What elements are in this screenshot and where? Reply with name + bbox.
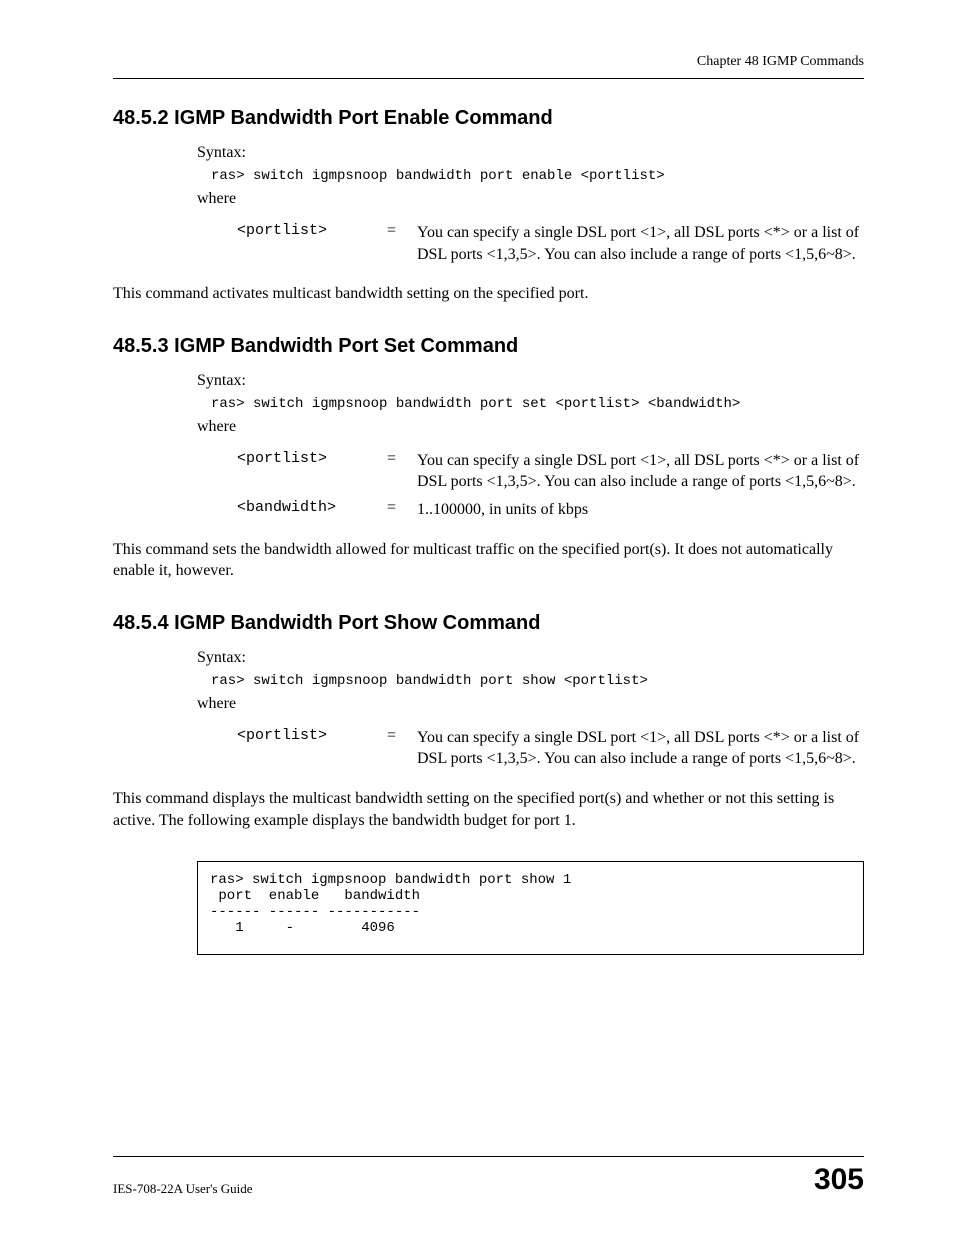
param-eq: = [387, 222, 417, 265]
section-48-5-3: 48.5.3 IGMP Bandwidth Port Set Command S… [113, 335, 864, 582]
param-desc: You can specify a single DSL port <1>, a… [417, 727, 864, 770]
syntax-label: Syntax: [197, 372, 864, 390]
param-eq: = [387, 450, 417, 493]
param-row: <bandwidth> = 1..100000, in units of kbp… [237, 499, 864, 521]
param-desc: 1..100000, in units of kbps [417, 499, 864, 521]
section-heading: 48.5.2 IGMP Bandwidth Port Enable Comman… [113, 107, 864, 130]
page-number: 305 [814, 1163, 864, 1197]
header-rule [113, 78, 864, 79]
page-footer: IES-708-22A User's Guide 305 [113, 1156, 864, 1197]
code-line: ras> switch igmpsnoop bandwidth port ena… [211, 168, 864, 184]
where-label: where [197, 418, 864, 436]
syntax-label: Syntax: [197, 144, 864, 162]
example-output: ras> switch igmpsnoop bandwidth port sho… [197, 861, 864, 955]
param-desc: You can specify a single DSL port <1>, a… [417, 222, 864, 265]
param-eq: = [387, 499, 417, 521]
section-heading: 48.5.4 IGMP Bandwidth Port Show Command [113, 612, 864, 635]
section-48-5-2: 48.5.2 IGMP Bandwidth Port Enable Comman… [113, 107, 864, 305]
param-eq: = [387, 727, 417, 770]
section-48-5-4: 48.5.4 IGMP Bandwidth Port Show Command … [113, 612, 864, 955]
param-name: <portlist> [237, 222, 387, 265]
where-label: where [197, 190, 864, 208]
section-content: Syntax: ras> switch igmpsnoop bandwidth … [197, 649, 864, 770]
param-name: <portlist> [237, 450, 387, 493]
where-label: where [197, 695, 864, 713]
param-desc: You can specify a single DSL port <1>, a… [417, 450, 864, 493]
param-row: <portlist> = You can specify a single DS… [237, 222, 864, 265]
body-text: This command sets the bandwidth allowed … [113, 539, 864, 582]
footer-row: IES-708-22A User's Guide 305 [113, 1163, 864, 1197]
code-line: ras> switch igmpsnoop bandwidth port set… [211, 396, 864, 412]
chapter-header: Chapter 48 IGMP Commands [113, 54, 864, 70]
syntax-label: Syntax: [197, 649, 864, 667]
param-name: <portlist> [237, 727, 387, 770]
param-row: <portlist> = You can specify a single DS… [237, 727, 864, 770]
param-name: <bandwidth> [237, 499, 387, 521]
section-heading: 48.5.3 IGMP Bandwidth Port Set Command [113, 335, 864, 358]
code-line: ras> switch igmpsnoop bandwidth port sho… [211, 673, 864, 689]
section-content: Syntax: ras> switch igmpsnoop bandwidth … [197, 372, 864, 521]
param-row: <portlist> = You can specify a single DS… [237, 450, 864, 493]
section-content: Syntax: ras> switch igmpsnoop bandwidth … [197, 144, 864, 265]
body-text: This command displays the multicast band… [113, 788, 864, 831]
footer-rule [113, 1156, 864, 1157]
footer-guide-name: IES-708-22A User's Guide [113, 1181, 253, 1197]
body-text: This command activates multicast bandwid… [113, 283, 864, 305]
page: Chapter 48 IGMP Commands 48.5.2 IGMP Ban… [0, 0, 954, 1235]
